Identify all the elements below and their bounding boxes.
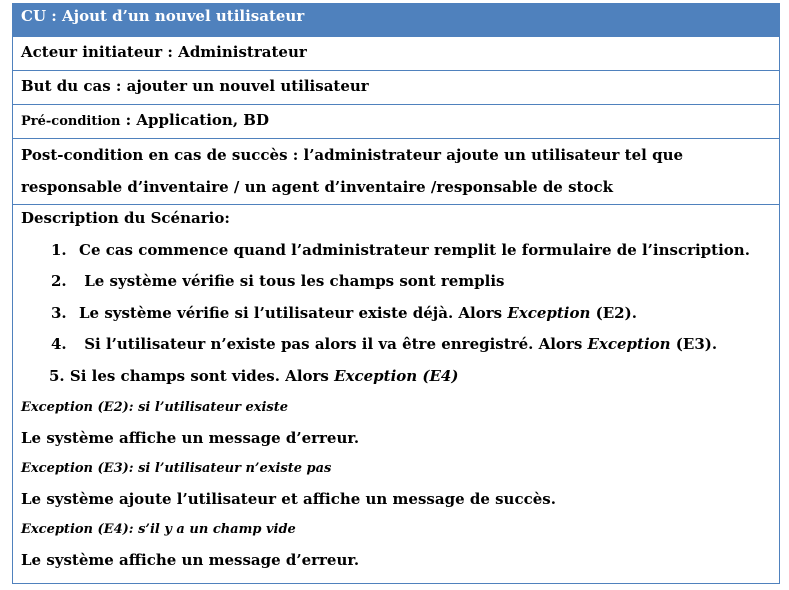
scenario-step: 3. Le système vérifie si l’utilisateur ex… [21, 300, 779, 332]
scenario-step: 1. Ce cas commence quand l’administrateur… [21, 237, 779, 269]
step-text: Ce cas commence quand l’administrateur r… [79, 240, 750, 259]
scenario-heading: Description du Scénario: [21, 209, 230, 227]
use-case-title-row: CU : Ajout d’un nouvel utilisateur [13, 4, 779, 37]
goal-text: But du cas : ajouter un nouvel utilisate… [21, 77, 369, 95]
postcondition-row: Post-condition en cas de succès : l’admi… [13, 139, 779, 205]
scenario-step: 2. Le système vérifie si tous les champs… [21, 268, 779, 300]
step-number: 1. [51, 240, 67, 259]
scenario-step: 4. Si l’utilisateur n’existe pas alors i… [21, 331, 779, 363]
precondition-row: Pré-condition : Application, BD [13, 105, 779, 139]
use-case-title: CU : Ajout d’un nouvel utilisateur [21, 7, 305, 25]
step-number: 3. [51, 303, 67, 322]
scenario-step: 5. Si les champs sont vides. Alors Excep… [21, 363, 779, 395]
exception-result: Le système affiche un message d’erreur. [21, 429, 360, 447]
exception-label: Exception (E4): s’il y a un champ vide [21, 522, 296, 537]
precondition-label: Pré-condition [21, 114, 121, 129]
precondition-value: : Application, BD [120, 111, 269, 129]
step-exception: Exception [507, 303, 591, 322]
step-exception: Exception (E4) [334, 366, 459, 385]
step-text: Le système vérifie si tous les champs so… [79, 272, 505, 290]
exception-result: Le système ajoute l’utilisateur et affic… [21, 490, 556, 508]
exception-label: Exception (E2): si l’utilisateur existe [21, 400, 289, 415]
actor-row: Acteur initiateur : Administrateur [13, 37, 779, 71]
postcondition-line-1: Post-condition en cas de succès : l’admi… [21, 146, 684, 164]
step-after: (E2). [590, 303, 637, 322]
postcondition-line-2: responsable d’inventaire / un agent d’in… [21, 178, 613, 196]
actor-text: Acteur initiateur : Administrateur [21, 43, 307, 61]
step-text: Si l’utilisateur n’existe pas alors il v… [79, 335, 588, 353]
step-number: 4. [51, 335, 67, 353]
step-exception: Exception [587, 335, 671, 353]
use-case-table: CU : Ajout d’un nouvel utilisateur Acteu… [12, 3, 780, 584]
goal-row: But du cas : ajouter un nouvel utilisate… [13, 71, 779, 105]
step-text: Si les champs sont vides. Alors [64, 366, 335, 385]
step-text: Le système vérifie si l’utilisateur exis… [79, 303, 508, 322]
step-number: 2. [51, 272, 67, 290]
step-after: (E3). [670, 335, 718, 353]
exception-label: Exception (E3): si l’utilisateur n’exist… [21, 461, 332, 476]
exception-result: Le système affiche un message d’erreur. [21, 551, 360, 569]
scenario-row: Description du Scénario: 1. Ce cas commen… [13, 205, 779, 583]
step-number: 5. [49, 366, 65, 385]
